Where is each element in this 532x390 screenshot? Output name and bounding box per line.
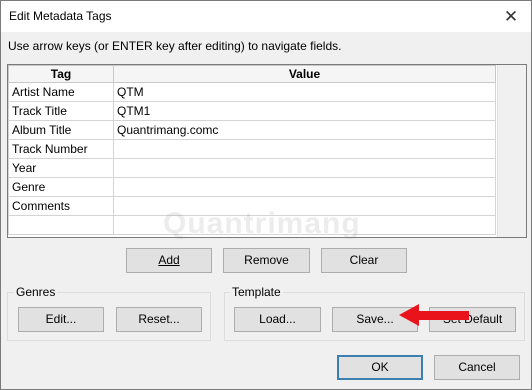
table-row[interactable]: Track Title QTM1 bbox=[8, 101, 496, 121]
arrow-head bbox=[399, 304, 419, 326]
template-load-button[interactable]: Load... bbox=[234, 307, 321, 332]
add-button[interactable]: Add bbox=[126, 248, 212, 273]
remove-button-label: Remove bbox=[244, 253, 289, 267]
red-arrow-icon bbox=[399, 304, 469, 326]
template-group-label: Template bbox=[230, 285, 283, 299]
add-button-label: Add bbox=[158, 253, 180, 267]
remove-button[interactable]: Remove bbox=[223, 248, 310, 273]
genres-edit-button[interactable]: Edit... bbox=[18, 307, 104, 332]
genres-edit-label: Edit... bbox=[45, 312, 77, 326]
tag-cell[interactable] bbox=[8, 215, 114, 235]
tag-cell[interactable]: Comments bbox=[8, 196, 114, 216]
vertical-scrollbar[interactable] bbox=[497, 65, 526, 237]
cancel-button[interactable]: Cancel bbox=[434, 355, 520, 380]
genres-reset-label: Reset... bbox=[138, 312, 180, 326]
close-icon[interactable]: ✕ bbox=[501, 7, 521, 27]
column-header-tag[interactable]: Tag bbox=[8, 65, 114, 83]
ok-button[interactable]: OK bbox=[337, 355, 423, 380]
clear-button[interactable]: Clear bbox=[321, 248, 407, 273]
edit-metadata-dialog: Edit Metadata Tags ✕ Use arrow keys (or … bbox=[0, 0, 532, 390]
table-row[interactable]: Album Title Quantrimang.comc bbox=[8, 120, 496, 140]
value-cell[interactable] bbox=[113, 177, 496, 197]
table-row[interactable]: Artist Name QTM bbox=[8, 82, 496, 102]
tag-cell[interactable]: Album Title bbox=[8, 120, 114, 140]
column-header-value[interactable]: Value bbox=[113, 65, 496, 83]
ok-button-label: OK bbox=[371, 360, 389, 374]
tag-cell[interactable]: Artist Name bbox=[8, 82, 114, 102]
table-row[interactable]: Track Number bbox=[8, 139, 496, 159]
arrow-shaft bbox=[413, 311, 469, 320]
tag-cell[interactable]: Genre bbox=[8, 177, 114, 197]
window-title: Edit Metadata Tags bbox=[9, 9, 112, 23]
tag-cell[interactable]: Year bbox=[8, 158, 114, 178]
watermark: Quantrimang bbox=[163, 207, 361, 240]
value-cell[interactable] bbox=[113, 139, 496, 159]
value-cell[interactable]: QTM bbox=[113, 82, 496, 102]
cancel-button-label: Cancel bbox=[458, 360, 496, 374]
value-cell[interactable] bbox=[113, 158, 496, 178]
title-bar: Edit Metadata Tags ✕ bbox=[1, 1, 531, 32]
template-load-label: Load... bbox=[259, 312, 296, 326]
tag-cell[interactable]: Track Title bbox=[8, 101, 114, 121]
tag-cell[interactable]: Track Number bbox=[8, 139, 114, 159]
navigation-hint: Use arrow keys (or ENTER key after editi… bbox=[8, 39, 342, 53]
clear-button-label: Clear bbox=[349, 253, 379, 267]
value-cell[interactable]: Quantrimang.comc bbox=[113, 120, 496, 140]
table-row[interactable]: Genre bbox=[8, 177, 496, 197]
template-save-label: Save... bbox=[356, 312, 394, 326]
genres-group-label: Genres bbox=[14, 285, 58, 299]
table-row[interactable]: Year bbox=[8, 158, 496, 178]
value-cell[interactable]: QTM1 bbox=[113, 101, 496, 121]
genres-reset-button[interactable]: Reset... bbox=[116, 307, 202, 332]
table-header-row: Tag Value bbox=[8, 65, 496, 83]
